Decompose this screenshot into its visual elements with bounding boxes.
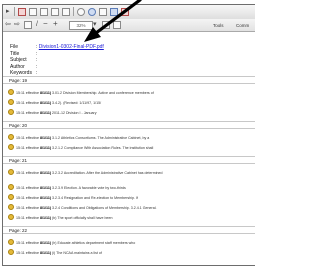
forms-icon[interactable] [121,8,129,16]
review-icon[interactable] [110,8,118,16]
sticky-note-icon [8,204,14,210]
sticky-note-icon [8,134,14,140]
comment-note[interactable]: 15:11 effective 8/1/11) 3.2.3.4 Resignat… [8,194,248,201]
comment-note[interactable]: 15:11 effective 8/1/11) (i) The NCAA mai… [8,249,248,256]
page-header: Page: 20 [3,121,255,129]
toolbar-separator [73,7,74,16]
comment-note[interactable]: 15:11 effective 8/1/11) (h) Educate athl… [8,239,248,246]
document-content: File: Division1-0302-Final-PDF.pdf Title… [3,33,255,265]
comment-note[interactable]: 15:11 effective 8/1/11) 3.2.4 Conditions… [8,204,248,211]
create-pdf-icon[interactable] [18,8,26,16]
page-header: Page: 22 [3,226,255,234]
comment-note[interactable]: 15:11 effective 8/1/11) 3.01.2 Division … [8,89,248,96]
main-toolbar: ▸ [3,5,255,20]
sticky-note-icon [8,89,14,95]
fit-page-icon[interactable] [102,21,110,29]
page-header: Page: 21 [3,156,255,164]
sticky-note-icon [8,169,14,175]
next-page-icon[interactable]: ⇨ [14,21,20,29]
fit-width-icon[interactable] [113,21,121,29]
sticky-note-icon [8,109,14,115]
print-icon[interactable] [51,8,59,16]
zoom-dropdown-icon[interactable]: ▾ [93,21,97,29]
navigation-toolbar: ⇦ ⇨ / − + 32% ▾ Tools Comm [3,19,255,32]
email-icon[interactable] [62,8,70,16]
globe-icon[interactable] [88,8,96,16]
sticky-note-icon [8,249,14,255]
tools-pane-button[interactable]: Tools [213,23,224,28]
toolbar-separator [14,7,15,16]
sticky-note-icon [8,144,14,150]
page-header: Page: 19 [3,76,255,84]
zoom-out-icon[interactable]: − [43,20,48,28]
sticky-note-icon [8,99,14,105]
menu-arrow-icon[interactable]: ▸ [6,8,10,16]
sticky-note-icon [8,194,14,200]
sticky-note-icon [8,214,14,220]
comment-note[interactable]: 15:11 effective 8/1/11) 3.1.2 Athletics … [8,134,248,141]
open-icon[interactable] [29,8,37,16]
comment-pane-button[interactable]: Comm [236,23,249,28]
comment-note[interactable]: 15:11 effective 8/1/11) (b) The sport of… [8,214,248,221]
comment-note[interactable]: 15:11 effective 8/1/11) 2011-12 Division… [8,109,248,116]
zoom-level-field[interactable]: 32% [69,21,93,30]
file-link[interactable]: Division1-0302-Final-PDF.pdf [39,44,104,50]
comment-note[interactable]: 15:11 effective 8/1/11) 3.2.1.2 Complian… [8,144,248,151]
comment-note[interactable]: 15:11 effective 8/1/11) 3.4.2). (Revised… [8,99,248,106]
sticky-note-icon [8,239,14,245]
file-properties: File: Division1-0302-Final-PDF.pdf Title… [10,44,104,76]
secure-icon[interactable] [77,8,85,16]
comment-note[interactable]: 15:11 effective 8/1/11) 3.2.3.2 Accredit… [8,169,248,176]
pdf-viewer-window: ▸ ⇦ ⇨ / − + 32% ▾ Tools Comm File: Divis… [2,4,255,266]
page-total-icon: / [36,21,38,28]
comment-note[interactable]: 15:11 effective 8/1/11) 3.2.3.9 Election… [8,184,248,191]
sign-icon[interactable] [99,8,107,16]
previous-page-icon[interactable]: ⇦ [5,21,11,29]
page-number-box[interactable] [24,21,32,29]
zoom-in-icon[interactable]: + [53,20,58,28]
sticky-note-icon [8,184,14,190]
save-icon[interactable] [40,8,48,16]
